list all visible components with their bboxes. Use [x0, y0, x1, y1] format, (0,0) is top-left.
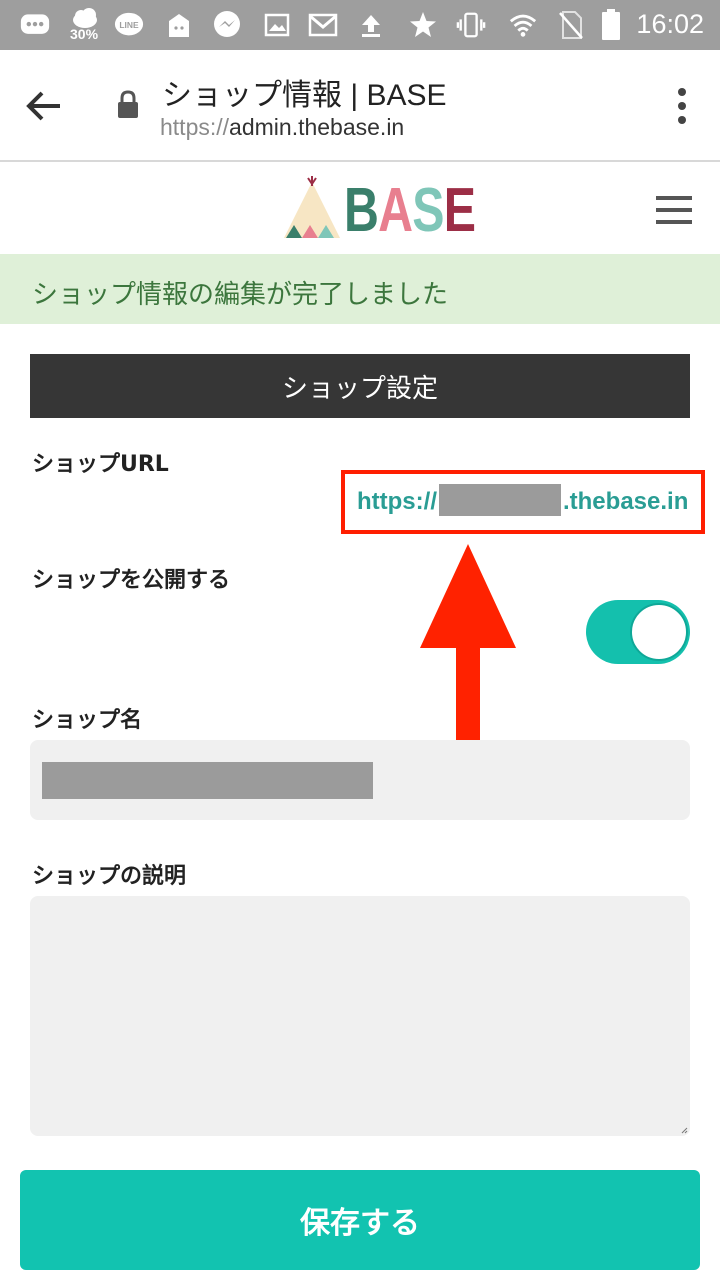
- toggle-knob: [630, 603, 688, 661]
- vibrate-icon: [456, 10, 486, 40]
- hamburger-line: [656, 220, 692, 224]
- hamburger-line: [656, 196, 692, 200]
- shop-url-suffix: .thebase.in: [562, 488, 689, 515]
- url-scheme: https://: [160, 114, 230, 140]
- arrow-up-icon: [420, 544, 516, 762]
- browser-menu-button[interactable]: [672, 86, 692, 126]
- status-time: 16:02: [636, 9, 704, 39]
- section-header: ショップ設定: [30, 354, 690, 418]
- lock-icon: [116, 90, 140, 120]
- save-button-label: 保存する: [300, 1206, 420, 1241]
- hamburger-line: [656, 208, 692, 212]
- weather-percent: 30%: [70, 26, 99, 42]
- publish-label: ショップを公開する: [32, 568, 231, 593]
- upload-icon: [356, 10, 386, 40]
- shop-name-input[interactable]: [30, 740, 690, 820]
- logo-letter-a: A: [378, 176, 413, 245]
- publish-toggle[interactable]: [586, 600, 690, 664]
- shop-url-highlight: https:// .thebase.in: [341, 470, 705, 534]
- back-button[interactable]: [20, 82, 68, 130]
- success-notice-text: ショップ情報の編集が完了しました: [32, 280, 449, 310]
- shop-url-label: ショップURL: [32, 452, 169, 477]
- line-icon: LINE: [114, 10, 144, 40]
- redacted-block: [438, 483, 561, 516]
- shop-url-prefix: https://: [357, 488, 437, 515]
- browser-toolbar: ショップ情報 | BASE https://admin.thebase.in: [0, 50, 720, 162]
- redacted-block: [42, 762, 373, 799]
- box-icon: [164, 10, 194, 40]
- site-header: BASE: [0, 164, 720, 254]
- resize-handle-icon[interactable]: [680, 1126, 688, 1134]
- gmail-icon: [308, 10, 338, 40]
- section-title: ショップ設定: [281, 373, 438, 404]
- messenger-icon: [212, 10, 242, 40]
- no-sim-icon: [556, 10, 586, 40]
- image-icon: [262, 10, 292, 40]
- shop-name-label: ショップ名: [32, 708, 143, 733]
- hamburger-menu-button[interactable]: [656, 196, 694, 226]
- message-icon: [20, 10, 50, 40]
- logo-letter-e: E: [443, 176, 476, 245]
- logo-text: BASE: [344, 176, 476, 246]
- battery-icon: [596, 9, 626, 40]
- tent-logo-icon: [284, 176, 340, 238]
- wifi-icon: [508, 10, 538, 40]
- save-button[interactable]: 保存する: [20, 1170, 700, 1270]
- success-notice: ショップ情報の編集が完了しました: [0, 254, 720, 324]
- shop-url-link[interactable]: https:// .thebase.in: [357, 483, 689, 516]
- shop-description-textarea[interactable]: [30, 896, 690, 1136]
- more-vert-icon: [678, 88, 686, 124]
- base-logo[interactable]: BASE: [282, 174, 476, 245]
- svg-text:LINE: LINE: [119, 20, 139, 30]
- logo-letter-b: B: [344, 176, 379, 245]
- browser-page-title: ショップ情報 | BASE: [162, 79, 447, 112]
- shop-description-label: ショップの説明: [32, 864, 187, 889]
- arrow-left-icon: [26, 91, 60, 121]
- status-bar: 30% LINE 16:02: [0, 0, 720, 50]
- logo-letter-s: S: [412, 176, 444, 245]
- browser-url[interactable]: https://admin.thebase.in: [160, 114, 404, 141]
- star-icon: [408, 10, 438, 40]
- url-host: admin.thebase.in: [229, 114, 405, 140]
